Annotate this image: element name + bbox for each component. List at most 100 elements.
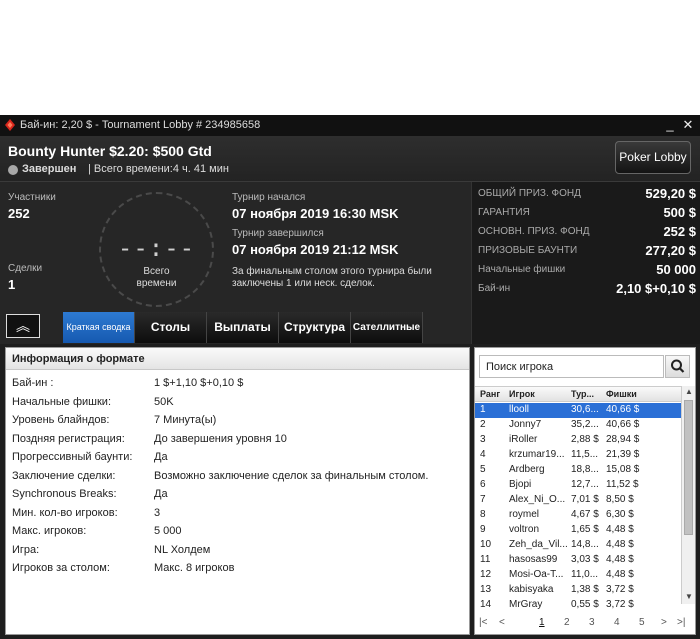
row-player: iRoller (509, 434, 538, 445)
tab-payouts[interactable]: Выплаты (207, 312, 279, 343)
row-rank: 7 (480, 494, 486, 505)
tab-structure[interactable]: Структура (279, 312, 351, 343)
deals-label: Сделки (8, 263, 43, 274)
format-key: Уровень блайндов: (12, 414, 110, 426)
table-row[interactable]: 3 iRoller 2,88 $ 28,94 $ (475, 433, 681, 448)
poker-lobby-button[interactable]: Poker Lobby (615, 141, 691, 174)
row-tour: 11,5... (571, 449, 599, 460)
scroll-up-icon[interactable]: ▲ (684, 387, 694, 397)
format-info-panel: Информация о формате Бай-ин : 1 $+1,10 $+… (5, 347, 470, 635)
table-row[interactable]: 14 MrGray 0,55 $ 3,72 $ (475, 598, 681, 613)
title-bar: Бай-ин: 2,20 $ - Tournament Lobby # 2349… (0, 115, 700, 136)
format-row: Мин. кол-во игроков: 3 (6, 505, 469, 523)
prize-row-value: 500 $ (663, 205, 696, 220)
pokerstars-logo-icon (5, 119, 15, 131)
row-chips: 8,50 $ (606, 494, 634, 505)
row-chips: 40,66 $ (606, 419, 640, 430)
scrollbar-thumb[interactable] (684, 400, 693, 535)
format-row: Начальные фишки: 50K (6, 394, 469, 412)
player-list-scrollbar[interactable]: ▲ ▼ (681, 386, 695, 604)
row-tour: 3,03 $ (571, 554, 599, 565)
format-value: До завершения уровня 10 (154, 432, 287, 445)
row-chips: 15,08 $ (606, 464, 640, 475)
tournament-header: Bounty Hunter $2.20: $500 Gtd Завершен |… (0, 136, 700, 182)
tab-tables[interactable]: Столы (135, 312, 207, 343)
row-rank: 11 (480, 554, 491, 565)
format-value: Да (154, 488, 168, 500)
table-row[interactable]: 11 hasosas99 3,03 $ 4,48 $ (475, 553, 681, 568)
table-row[interactable]: 4 krzumar19... 11,5... 21,39 $ (475, 448, 681, 463)
prize-row-value: 50 000 (656, 262, 696, 277)
format-value: 5 000 (154, 525, 182, 537)
format-value: Возможно заключение сделок за финальным … (154, 469, 429, 482)
row-rank: 14 (480, 599, 492, 610)
format-value: 1 $+1,10 $+0,10 $ (154, 377, 244, 389)
prize-row: ОБЩИЙ ПРИЗ. ФОНД 529,20 $ (478, 185, 696, 203)
page-link[interactable]: 5 (639, 617, 645, 628)
prize-row-label: ОСНОВН. ПРИЗ. ФОНД (478, 226, 590, 237)
table-row[interactable]: 6 Bjopi 12,7... 11,52 $ (475, 478, 681, 493)
scroll-down-icon[interactable]: ▼ (684, 592, 694, 602)
row-tour: 7,01 $ (571, 494, 599, 505)
summary-panel: Участники 252 Сделки 1 --:-- Всего време… (0, 182, 700, 392)
tab-summary[interactable]: Краткая сводка (63, 312, 135, 343)
format-value: NL Холдем (154, 543, 211, 556)
row-chips: 3,72 $ (606, 584, 634, 595)
table-row[interactable]: 1 llooll 30,6... 40,66 $ (475, 403, 681, 418)
row-player: roymel (509, 509, 540, 520)
first-page-icon[interactable]: |< (479, 617, 487, 628)
pagination: |< < 1 2 3 4 5 > >| (475, 614, 695, 634)
started-value: 07 ноября 2019 16:30 MSK (232, 206, 399, 221)
row-rank: 10 (480, 539, 492, 550)
deal-note: За финальным столом этого турнира были з… (232, 266, 432, 289)
clock-digits: --:-- (117, 234, 196, 262)
tab-bar: ︽ Краткая сводка Столы Выплаты Структура… (0, 312, 471, 347)
clock-label-line2: времени (136, 278, 177, 289)
table-row[interactable]: 2 Jonny7 35,2... 40,66 $ (475, 418, 681, 433)
row-chips: 28,94 $ (606, 434, 640, 445)
tab-satellites[interactable]: Сателлитные (351, 312, 423, 343)
format-key: Прогрессивный баунти: (12, 451, 133, 463)
next-page-icon[interactable]: > (661, 617, 667, 628)
collapse-button[interactable]: ︽ (6, 314, 40, 338)
format-key: Поздняя регистрация: (12, 432, 125, 445)
row-player: Zeh_da_Vil... (509, 539, 567, 550)
close-button[interactable]: ✕ (680, 117, 696, 133)
header-tour[interactable]: Тур... (571, 389, 603, 399)
page-link[interactable]: 4 (614, 617, 620, 628)
page-link[interactable]: 3 (589, 617, 595, 628)
format-row: Игроков за столом: Макс. 8 игроков (6, 560, 469, 578)
row-player: kabisyaka (509, 584, 554, 595)
player-list-panel: Ранг Игрок Тур... Фишки 1llooll30,6...40… (474, 347, 696, 635)
page-link[interactable]: 1 (539, 617, 545, 628)
header-chips[interactable]: Фишки (606, 389, 678, 399)
table-row[interactable]: 7 Alex_Ni_O... 7,01 $ 8,50 $ (475, 493, 681, 508)
player-search-input[interactable] (486, 359, 656, 375)
row-chips: 3,72 $ (606, 599, 634, 610)
prev-page-icon[interactable]: < (499, 617, 505, 628)
table-row[interactable]: 10 Zeh_da_Vil... 14,8... 4,48 $ (475, 538, 681, 553)
format-key: Бай-ин : (12, 377, 54, 389)
header-player[interactable]: Игрок (509, 389, 567, 399)
table-row[interactable]: 5 Ardberg 18,8... 15,08 $ (475, 463, 681, 478)
table-row[interactable]: 12 Mosi-Oa-T... 11,0... 4,48 $ (475, 568, 681, 583)
page-link[interactable]: 2 (564, 617, 570, 628)
row-chips: 40,66 $ (606, 404, 640, 415)
table-row[interactable]: 9 voltron 1,65 $ 4,48 $ (475, 523, 681, 538)
last-page-icon[interactable]: >| (677, 617, 685, 628)
prize-row-label: ГАРАНТИЯ (478, 207, 530, 218)
minimize-button[interactable]: _ (662, 117, 678, 133)
row-tour: 35,2... (571, 419, 599, 430)
search-button[interactable] (665, 355, 690, 378)
format-row: Макс. игроков: 5 000 (6, 523, 469, 541)
prize-row: Начальные фишки 50 000 (478, 261, 696, 279)
table-row[interactable]: 13 kabisyaka 1,38 $ 3,72 $ (475, 583, 681, 598)
row-player: Jonny7 (509, 419, 542, 430)
table-row[interactable]: 8 roymel 4,67 $ 6,30 $ (475, 508, 681, 523)
participants-value: 252 (8, 206, 30, 221)
prize-row: ПРИЗОВЫЕ БАУНТИ 277,20 $ (478, 242, 696, 260)
format-value: 7 Минута(ы) (154, 414, 217, 426)
row-tour: 30,6... (571, 404, 599, 415)
row-tour: 0,55 $ (571, 599, 599, 610)
header-rank[interactable]: Ранг (480, 389, 506, 399)
